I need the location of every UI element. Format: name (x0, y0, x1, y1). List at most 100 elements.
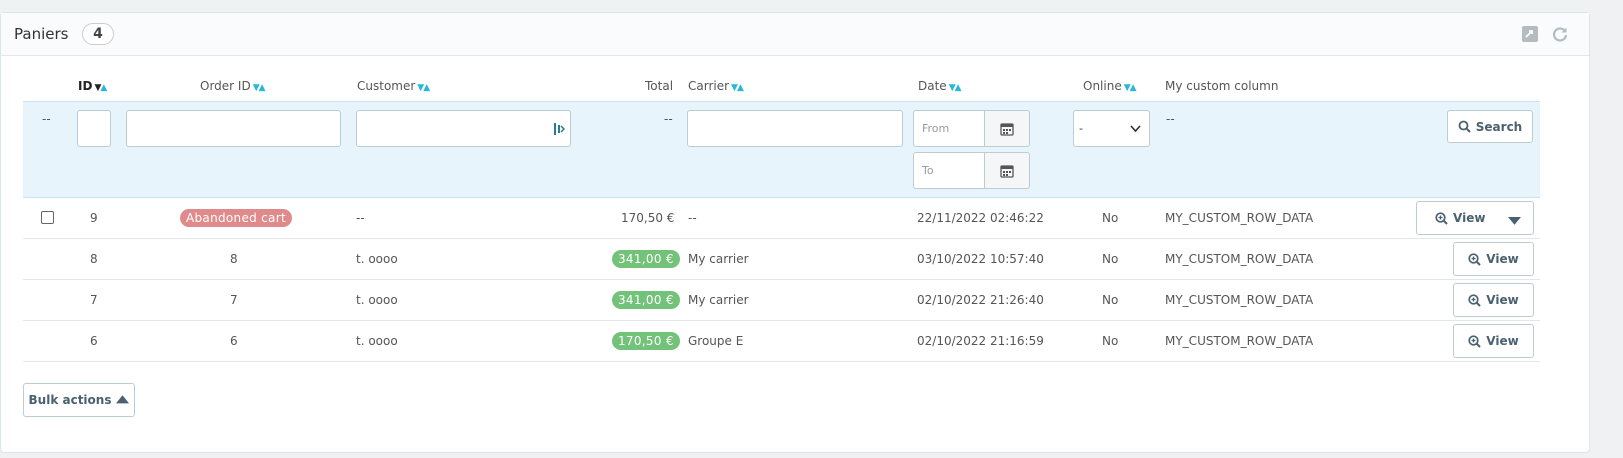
sort-icon[interactable]: ▼▲ (1124, 83, 1137, 93)
table-row: 7 7 t. oooo 341,00 € My carrier 02/10/20… (23, 280, 1540, 321)
row-total: 341,00 € (612, 280, 680, 320)
row-custom-data: MY_CUSTOM_ROW_DATA (1165, 334, 1314, 348)
row-custom-data: MY_CUSTOM_ROW_DATA (1165, 293, 1314, 307)
row-customer: t. oooo (356, 334, 398, 348)
calendar-icon (1000, 165, 1014, 178)
refresh-icon[interactable] (1551, 25, 1569, 43)
total-badge: 170,50 € (612, 332, 680, 350)
filter-date-to-input[interactable]: To (913, 152, 985, 189)
column-label-date: Date (918, 79, 947, 93)
view-button[interactable]: View (1453, 324, 1534, 358)
view-button[interactable]: View (1453, 242, 1534, 276)
row-checkbox[interactable] (41, 211, 54, 224)
row-online: No (1102, 252, 1119, 266)
row-carrier: My carrier (688, 252, 749, 266)
column-header-custom: My custom column (1165, 79, 1278, 93)
row-order-status: Abandoned cart (180, 198, 292, 238)
sort-icon[interactable]: ▼▲ (253, 83, 266, 93)
row-customer: t. oooo (356, 293, 398, 307)
date-from-calendar-button[interactable] (985, 110, 1030, 147)
row-total: 341,00 € (612, 239, 680, 279)
row-online: No (1102, 334, 1119, 348)
column-label-order-id: Order ID (200, 79, 251, 93)
column-label-custom: My custom column (1165, 79, 1279, 93)
row-order-id: 7 (230, 293, 238, 307)
filter-empty-total: -- (664, 112, 673, 126)
column-header-total: Total (645, 79, 673, 93)
zoom-in-icon (1468, 252, 1481, 266)
panel-heading: Paniers 4 (1, 13, 1589, 56)
sort-icon[interactable]: ▼▲ (949, 83, 962, 93)
column-header-date[interactable]: Date ▼▲ (918, 79, 962, 93)
row-customer: -- (356, 211, 365, 225)
view-button-label: View (1486, 252, 1519, 266)
column-label-id: ID (78, 79, 93, 93)
filter-id-input[interactable] (77, 110, 111, 147)
table-row: 8 8 t. oooo 341,00 € My carrier 03/10/20… (23, 239, 1540, 280)
column-label-customer: Customer (357, 79, 416, 93)
cart-count-badge: 4 (82, 23, 114, 45)
filter-empty-checkbox: -- (42, 112, 51, 126)
row-online: No (1102, 211, 1119, 225)
date-to-calendar-button[interactable] (985, 152, 1030, 189)
column-header-online[interactable]: Online ▼▲ (1083, 79, 1137, 93)
row-id: 6 (90, 334, 98, 348)
column-label-carrier: Carrier (688, 79, 730, 93)
zoom-in-icon (1468, 334, 1481, 348)
autofill-icon[interactable] (554, 122, 565, 136)
abandoned-cart-badge: Abandoned cart (180, 209, 292, 227)
row-order-id: 6 (230, 334, 238, 348)
filter-carrier-input[interactable] (687, 110, 903, 147)
row-customer: t. oooo (356, 252, 398, 266)
date-to-placeholder: To (922, 164, 934, 177)
row-total: 170,50 € (612, 321, 680, 361)
table-row: 9 Abandoned cart -- 170,50 € -- 22/11/20… (23, 198, 1540, 239)
sort-icon[interactable]: ▼▲ (417, 83, 430, 93)
row-id: 9 (90, 211, 98, 225)
row-carrier: My carrier (688, 293, 749, 307)
export-icon[interactable] (1521, 25, 1539, 43)
filter-order-id-input[interactable] (126, 110, 341, 147)
chevron-down-icon (1130, 111, 1141, 160)
caret-down-icon[interactable] (1508, 215, 1521, 231)
view-button[interactable]: View (1416, 201, 1534, 235)
view-button-label: View (1453, 211, 1486, 225)
column-label-total: Total (645, 79, 674, 93)
row-carrier: -- (688, 211, 697, 225)
view-button[interactable]: View (1453, 283, 1534, 317)
filter-date-from-input[interactable]: From (913, 110, 985, 147)
filter-online-select[interactable]: - (1073, 110, 1150, 147)
row-order-id: 8 (230, 252, 238, 266)
column-header-customer[interactable]: Customer ▼▲ (357, 79, 430, 93)
row-custom-data: MY_CUSTOM_ROW_DATA (1165, 252, 1314, 266)
bulk-actions-button[interactable]: Bulk actions (23, 383, 135, 417)
caret-up-icon (116, 392, 130, 408)
calendar-icon (1000, 123, 1014, 136)
row-id: 8 (90, 252, 98, 266)
row-custom-data: MY_CUSTOM_ROW_DATA (1165, 211, 1314, 225)
sort-icon[interactable]: ▼▲ (731, 83, 744, 93)
column-header-order-id[interactable]: Order ID ▼▲ (200, 79, 266, 93)
total-badge: 341,00 € (612, 250, 680, 268)
date-from-placeholder: From (922, 122, 950, 135)
view-button-label: View (1486, 334, 1519, 348)
column-header-id[interactable]: ID ▼▲ (78, 79, 107, 93)
online-selected-value: - (1079, 122, 1083, 135)
sort-icon[interactable]: ▼▲ (94, 83, 107, 93)
search-button[interactable]: Search (1447, 110, 1533, 143)
panel-title: Paniers (14, 25, 69, 43)
search-icon (1458, 120, 1471, 133)
filter-customer-input[interactable] (356, 110, 571, 147)
row-date: 22/11/2022 02:46:22 (917, 211, 1044, 225)
row-carrier: Groupe E (688, 334, 744, 348)
row-total: 170,50 € (621, 211, 675, 225)
column-header-carrier[interactable]: Carrier ▼▲ (688, 79, 744, 93)
panel-toolbar (1521, 25, 1569, 43)
zoom-in-icon (1468, 293, 1481, 307)
column-label-online: Online (1083, 79, 1122, 93)
total-badge: 341,00 € (612, 291, 680, 309)
bulk-actions-label: Bulk actions (28, 393, 112, 407)
row-date: 02/10/2022 21:16:59 (917, 334, 1044, 348)
table-row: 6 6 t. oooo 170,50 € Groupe E 02/10/2022… (23, 321, 1540, 362)
view-button-label: View (1486, 293, 1519, 307)
